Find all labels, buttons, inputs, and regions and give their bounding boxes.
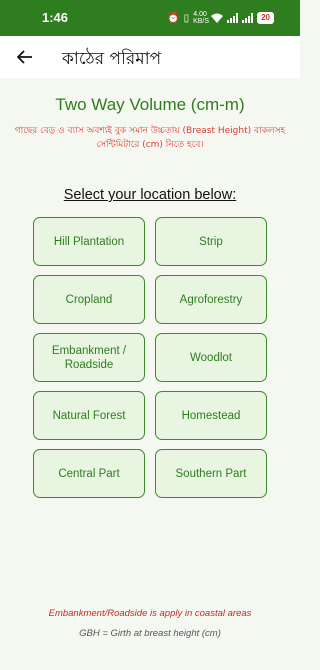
arrow-left-icon xyxy=(17,50,32,64)
battery-icon: 20 xyxy=(257,12,274,24)
volume-title: Two Way Volume (cm-m) xyxy=(55,95,245,114)
select-location-label: Select your location below: xyxy=(63,187,237,203)
app-bar: কাঠের পরিমাপ xyxy=(0,36,300,78)
homestead-button[interactable]: Homestead xyxy=(155,391,267,440)
network-speed: 4.00 KB/S xyxy=(193,11,210,25)
measurement-instruction: গাছের বেড় ও ব্যাস অবশ্যই বুক সমান উচ্চত… xyxy=(14,126,286,150)
status-bar: 1:46 ⏰ ▯ 4.00 KB/S 20 xyxy=(0,0,300,36)
signal-icon xyxy=(242,13,254,23)
embankment-roadside-button[interactable]: Embankment / Roadside xyxy=(33,333,145,382)
cropland-button[interactable]: Cropland xyxy=(33,275,145,324)
status-time: 1:46 xyxy=(42,10,69,25)
gbh-definition: GBH = Girth at breast height (cm) xyxy=(79,628,221,639)
central-part-button[interactable]: Central Part xyxy=(33,449,145,498)
signal-icon xyxy=(227,13,239,23)
natural-forest-button[interactable]: Natural Forest xyxy=(33,391,145,440)
back-button[interactable] xyxy=(10,42,40,72)
alarm-icon: ⏰ xyxy=(167,12,180,24)
coastal-note: Embankment/Roadside is apply in coastal … xyxy=(48,608,252,619)
page-title: কাঠের পরিমাপ xyxy=(62,49,162,69)
hill-plantation-button[interactable]: Hill Plantation xyxy=(33,217,145,266)
strip-button[interactable]: Strip xyxy=(155,217,267,266)
vibrate-icon: ▯ xyxy=(183,12,190,24)
location-grid: Hill Plantation Strip Cropland Agrofores… xyxy=(33,217,267,498)
status-icons: ⏰ ▯ 4.00 KB/S 20 xyxy=(167,11,274,25)
wifi-icon xyxy=(211,13,224,23)
agroforestry-button[interactable]: Agroforestry xyxy=(155,275,267,324)
southern-part-button[interactable]: Southern Part xyxy=(155,449,267,498)
woodlot-button[interactable]: Woodlot xyxy=(155,333,267,382)
